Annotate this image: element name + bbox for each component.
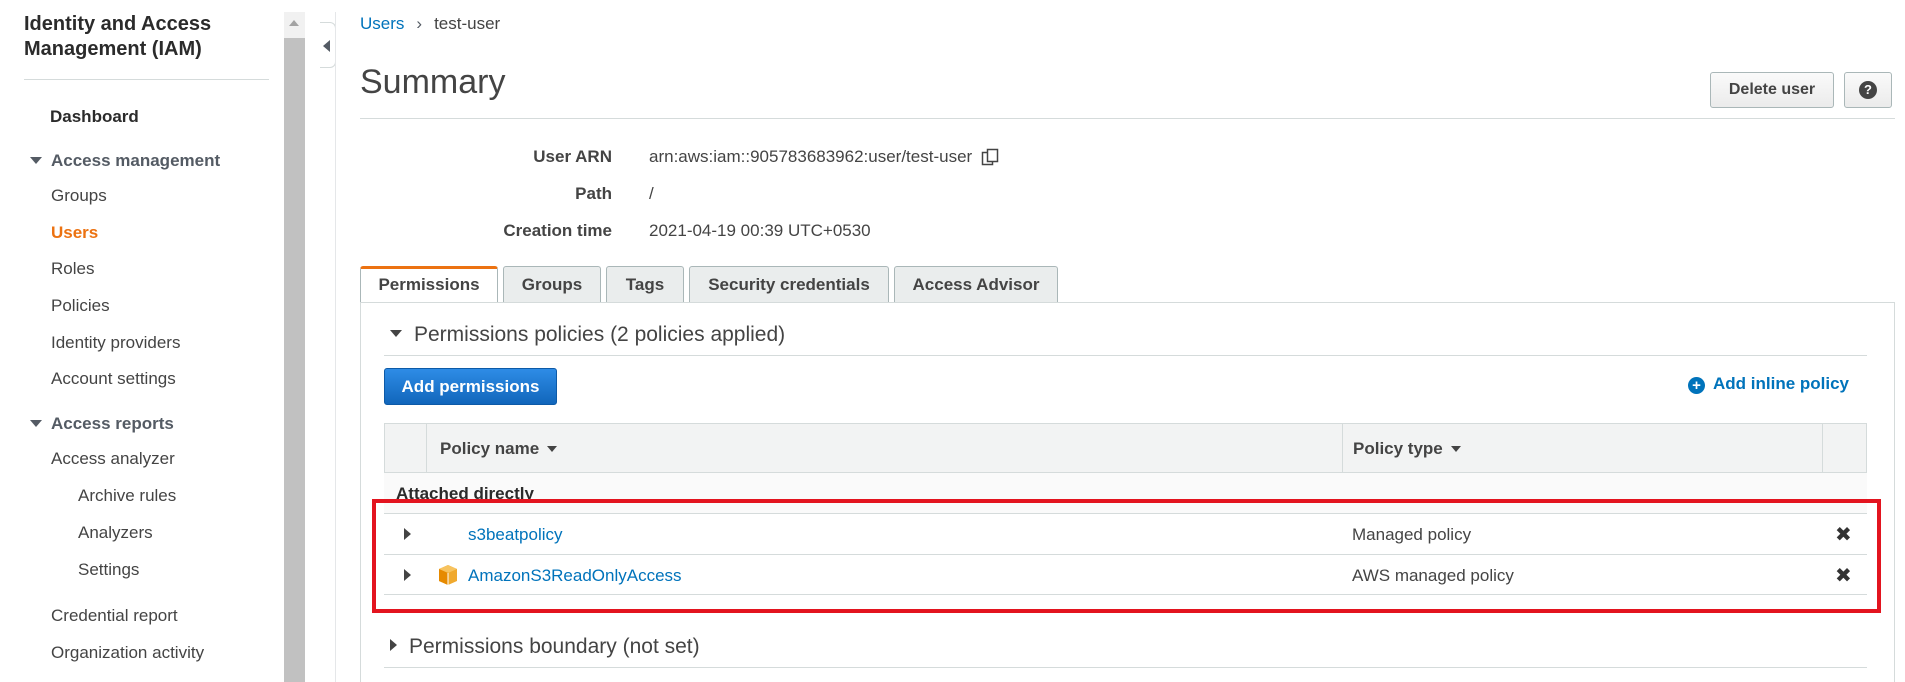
breadcrumb: Users › test-user	[360, 14, 500, 34]
creation-time-value: 2021-04-19 00:39 UTC+0530	[649, 221, 871, 240]
scroll-up-arrow-icon[interactable]	[284, 12, 305, 36]
caret-down-icon	[390, 330, 402, 337]
sidebar-item-users[interactable]: Users	[51, 223, 98, 243]
column-header-policy-name[interactable]: Policy name	[440, 439, 558, 459]
sidebar: Identity and Access Management (IAM) Das…	[0, 0, 282, 682]
sidebar-item-account-settings[interactable]: Account settings	[51, 369, 176, 389]
permissions-policies-header[interactable]: Permissions policies (2 policies applied…	[390, 323, 785, 347]
sidebar-section-label: Access reports	[51, 414, 174, 433]
sort-caret-icon	[1450, 446, 1461, 452]
help-icon: ?	[1859, 81, 1877, 99]
tab-security-credentials[interactable]: Security credentials	[689, 266, 889, 303]
breadcrumb-current: test-user	[434, 14, 501, 33]
column-header-policy-type[interactable]: Policy type	[1353, 439, 1461, 459]
sidebar-item-settings[interactable]: Settings	[78, 560, 139, 580]
chevron-right-icon: ›	[416, 14, 423, 33]
breadcrumb-link-users[interactable]: Users	[360, 14, 404, 33]
column-divider	[1342, 424, 1343, 472]
add-inline-policy-label: Add inline policy	[1713, 374, 1850, 393]
sidebar-section-access-reports[interactable]: Access reports	[30, 414, 174, 434]
column-divider	[426, 424, 427, 472]
sidebar-divider	[24, 79, 269, 80]
sidebar-item-organization-activity[interactable]: Organization activity	[51, 643, 204, 663]
delete-user-button[interactable]: Delete user	[1710, 72, 1834, 108]
tab-groups[interactable]: Groups	[503, 266, 601, 303]
sidebar-item-roles[interactable]: Roles	[51, 259, 94, 279]
tab-access-advisor[interactable]: Access Advisor	[894, 266, 1058, 303]
section-title: Permissions boundary (not set)	[409, 635, 700, 658]
sidebar-item-policies[interactable]: Policies	[51, 296, 110, 316]
sidebar-item-groups[interactable]: Groups	[51, 186, 107, 206]
path-value: /	[649, 184, 654, 203]
section-divider	[384, 355, 1867, 356]
highlight-box	[372, 499, 1881, 613]
path-label: Path	[575, 184, 612, 203]
sidebar-scrollbar[interactable]	[284, 12, 305, 682]
caret-down-icon	[30, 420, 42, 427]
sidebar-section-access-management[interactable]: Access management	[30, 151, 220, 171]
creation-time-label: Creation time	[503, 221, 612, 240]
header-divider	[360, 118, 1895, 119]
page-title: Summary	[360, 63, 506, 101]
user-arn-value: arn:aws:iam::905783683962:user/test-user	[649, 147, 973, 166]
sort-caret-icon	[547, 446, 558, 452]
main-left-divider	[335, 12, 336, 682]
sidebar-section-label: Access management	[51, 151, 221, 170]
scrollbar-thumb[interactable]	[284, 38, 305, 682]
sidebar-item-archive-rules[interactable]: Archive rules	[78, 486, 176, 506]
sidebar-title: Identity and Access Management (IAM)	[24, 13, 212, 60]
sidebar-item-access-analyzer[interactable]: Access analyzer	[51, 449, 175, 469]
policy-table-header: Policy name Policy type	[384, 423, 1867, 473]
collapse-sidebar-button[interactable]	[320, 22, 336, 68]
caret-down-icon	[30, 157, 42, 164]
sidebar-item-analyzers[interactable]: Analyzers	[78, 523, 153, 543]
help-button[interactable]: ?	[1844, 72, 1892, 108]
column-divider	[1822, 424, 1823, 472]
user-arn-label: User ARN	[533, 147, 612, 166]
sidebar-item-dashboard[interactable]: Dashboard	[50, 107, 139, 127]
add-inline-policy-link[interactable]: + Add inline policy	[1688, 374, 1849, 394]
tab-permissions[interactable]: Permissions	[360, 266, 498, 304]
caret-right-icon	[390, 639, 397, 651]
tab-tags[interactable]: Tags	[606, 266, 684, 303]
permissions-boundary-header[interactable]: Permissions boundary (not set)	[390, 635, 700, 659]
column-header-label: Policy type	[1353, 439, 1443, 458]
column-header-label: Policy name	[440, 439, 540, 458]
plus-circle-icon: +	[1688, 377, 1705, 394]
section-title: Permissions policies (2 policies applied…	[414, 323, 786, 346]
sidebar-item-credential-report[interactable]: Credential report	[51, 606, 178, 626]
add-permissions-button[interactable]: Add permissions	[384, 368, 557, 405]
sidebar-item-identity-providers[interactable]: Identity providers	[51, 333, 180, 353]
copy-icon[interactable]	[981, 148, 999, 166]
section-divider	[384, 667, 1867, 668]
